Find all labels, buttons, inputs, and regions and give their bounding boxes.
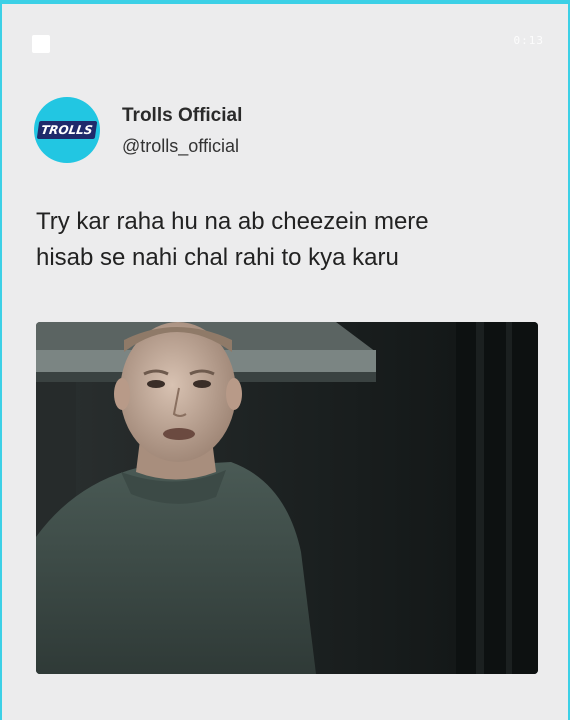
select-checkbox[interactable] bbox=[32, 35, 50, 53]
video-timer: 0:13 bbox=[513, 34, 544, 47]
post-video[interactable] bbox=[36, 322, 538, 674]
post-text-line-2: hisab se nahi chal rahi to kya karu bbox=[36, 244, 399, 271]
post-card: 0:13 TROLLS Trolls Official @trolls_offi… bbox=[0, 0, 570, 720]
post-text-line-1: Try kar raha hu na ab cheezein mere bbox=[36, 208, 429, 235]
trolls-logo: TROLLS bbox=[36, 121, 98, 139]
post-text: Try kar raha hu na ab cheezein mere hisa… bbox=[36, 204, 536, 276]
video-frame-image bbox=[36, 322, 538, 674]
avatar[interactable]: TROLLS bbox=[34, 97, 100, 163]
author-handle[interactable]: @trolls_official bbox=[122, 136, 239, 157]
author-display-name[interactable]: Trolls Official bbox=[122, 105, 242, 127]
